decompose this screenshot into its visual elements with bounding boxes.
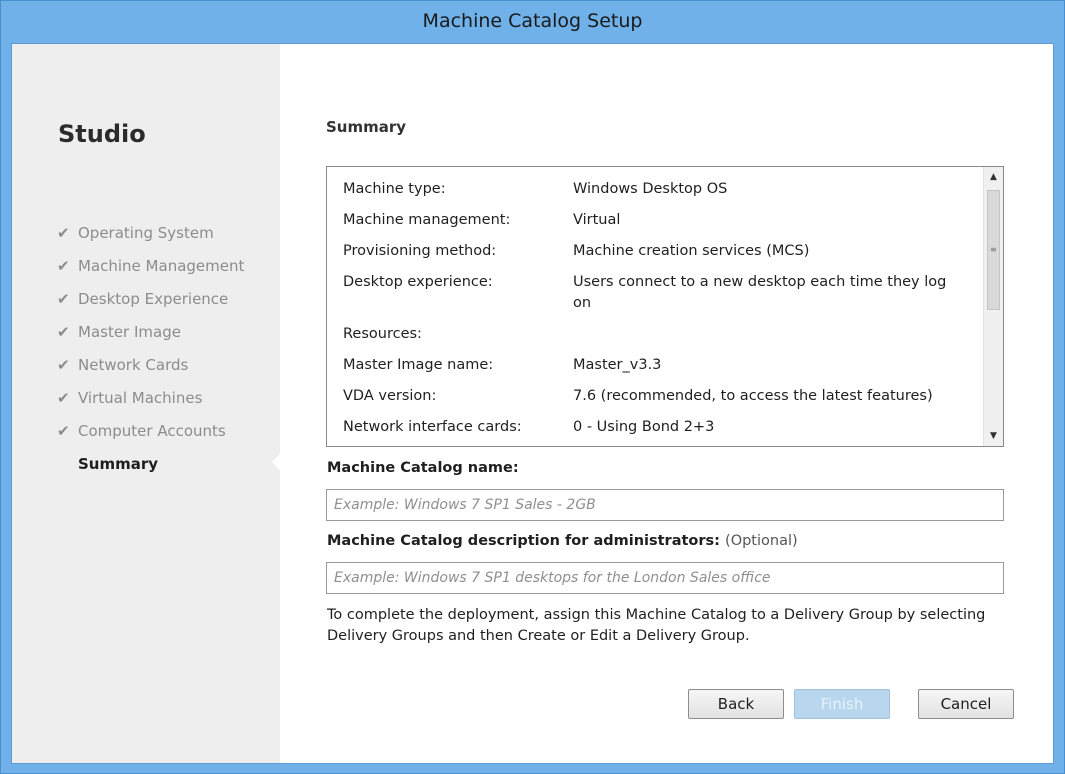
summary-row: Desktop experience: Users connect to a n… [343, 272, 963, 314]
checkmark-icon: ✔ [57, 323, 70, 341]
checkmark-icon: ✔ [57, 290, 70, 308]
summary-key: VDA version: [343, 388, 437, 404]
step-label: Computer Accounts [78, 422, 226, 440]
summary-key: Machine management: [343, 212, 511, 228]
summary-key: Network interface cards: [343, 419, 522, 435]
summary-value: Master_v3.3 [573, 357, 662, 373]
section-title: Summary [326, 118, 407, 136]
summary-row: Network interface cards: 0 - Using Bond … [343, 417, 963, 438]
summary-value [573, 324, 963, 345]
step-computer-accounts[interactable]: ✔ Computer Accounts [56, 416, 244, 449]
summary-value: Machine creation services (MCS) [573, 243, 810, 259]
window-title: Machine Catalog Setup [422, 10, 643, 32]
catalog-name-input[interactable] [326, 489, 1004, 521]
summary-row: VDA version: 7.6 (recommended, to access… [343, 386, 963, 407]
summary-key: Desktop experience: [343, 274, 493, 290]
summary-key: Provisioning method: [343, 243, 497, 259]
summary-row: Machine management: Virtual [343, 210, 963, 231]
checkmark-icon: ✔ [57, 389, 70, 407]
step-summary[interactable]: Summary [56, 449, 244, 482]
summary-scrollbar[interactable]: ▲ ≡ ▼ [983, 167, 1003, 446]
scroll-thumb[interactable]: ≡ [987, 190, 1000, 310]
step-label: Network Cards [78, 356, 189, 374]
summary-row: Provisioning method: Machine creation se… [343, 241, 963, 262]
catalog-name-label: Machine Catalog name: [327, 460, 519, 476]
step-desktop-experience[interactable]: ✔ Desktop Experience [56, 284, 244, 317]
summary-key: Machine type: [343, 181, 446, 197]
summary-row: Machine type: Windows Desktop OS [343, 179, 963, 200]
catalog-description-label-text: Machine Catalog description for administ… [327, 533, 720, 549]
studio-brand: Studio [58, 120, 146, 148]
summary-list[interactable]: Machine type: Windows Desktop OS Machine… [326, 166, 1004, 447]
step-label: Operating System [78, 224, 214, 242]
step-label: Desktop Experience [78, 290, 229, 308]
step-master-image[interactable]: ✔ Master Image [56, 317, 244, 350]
grip-icon: ≡ [990, 245, 997, 254]
summary-row: Resources: [343, 324, 963, 345]
step-network-cards[interactable]: ✔ Network Cards [56, 350, 244, 383]
wizard-steps: ✔ Operating System ✔ Machine Management … [56, 218, 244, 482]
summary-key: Master Image name: [343, 357, 494, 373]
wizard-content: Summary Machine type: Windows Desktop OS… [280, 44, 1053, 763]
step-operating-system[interactable]: ✔ Operating System [56, 218, 244, 251]
step-virtual-machines[interactable]: ✔ Virtual Machines [56, 383, 244, 416]
wizard-sidebar: Studio ✔ Operating System ✔ Machine Mana… [12, 44, 281, 763]
finish-button[interactable]: Finish [794, 689, 890, 719]
optional-hint: (Optional) [725, 533, 798, 549]
checkmark-icon: ✔ [57, 422, 70, 440]
catalog-description-input[interactable] [326, 562, 1004, 594]
checkmark-icon: ✔ [57, 257, 70, 275]
summary-rows: Machine type: Windows Desktop OS Machine… [343, 179, 963, 446]
step-label: Summary [78, 455, 159, 473]
step-label: Master Image [78, 323, 181, 341]
summary-value: Virtual [573, 212, 621, 228]
catalog-description-label: Machine Catalog description for administ… [327, 533, 798, 549]
step-label: Machine Management [78, 257, 245, 275]
summary-key: Resources: [343, 326, 422, 342]
setup-window: Machine Catalog Setup Studio ✔ Operating… [0, 0, 1065, 774]
summary-row: Master Image name: Master_v3.3 [343, 355, 963, 376]
summary-value: 0 - Using Bond 2+3 [573, 419, 715, 435]
summary-value: 7.6 (recommended, to access the latest f… [573, 388, 933, 404]
wizard-client: Studio ✔ Operating System ✔ Machine Mana… [11, 43, 1054, 764]
checkmark-icon: ✔ [57, 356, 70, 374]
summary-value: Windows Desktop OS [573, 181, 728, 197]
deployment-info-text: To complete the deployment, assign this … [327, 607, 986, 644]
back-button[interactable]: Back [688, 689, 784, 719]
step-label: Virtual Machines [78, 389, 203, 407]
checkmark-icon: ✔ [57, 224, 70, 242]
scroll-down-arrow-icon[interactable]: ▼ [984, 426, 1003, 446]
cancel-button[interactable]: Cancel [918, 689, 1014, 719]
scroll-up-arrow-icon[interactable]: ▲ [984, 167, 1003, 187]
summary-value: Users connect to a new desktop each time… [573, 274, 947, 311]
step-machine-management[interactable]: ✔ Machine Management [56, 251, 244, 284]
